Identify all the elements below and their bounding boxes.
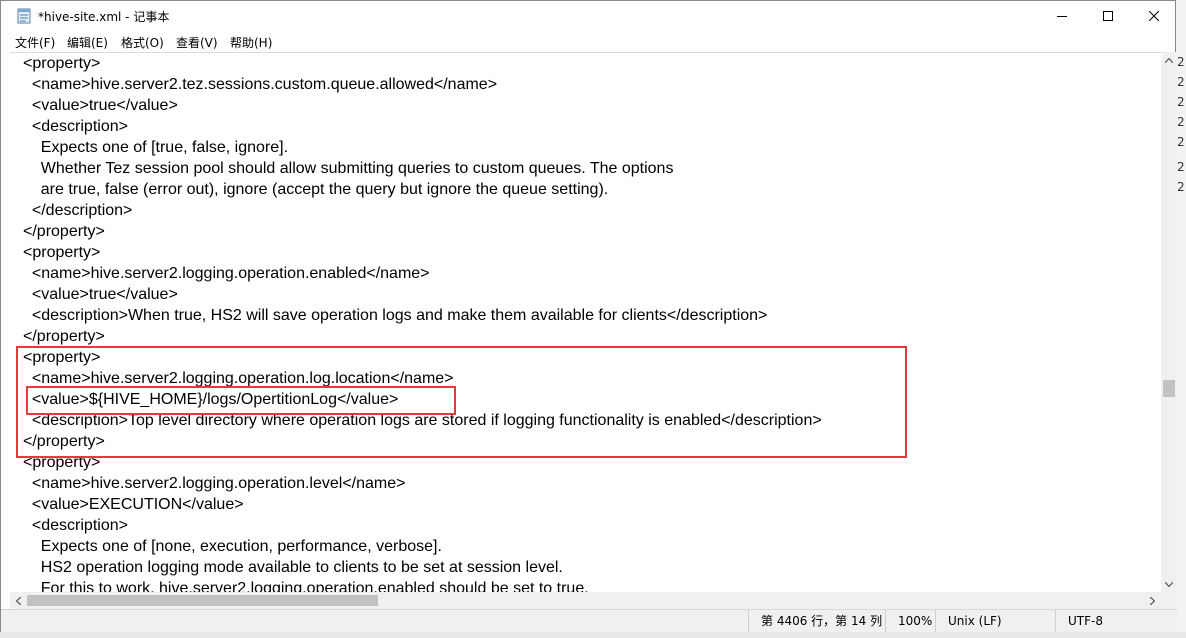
notepad-icon (17, 8, 31, 24)
menu-edit[interactable]: 编辑(E) (67, 34, 108, 51)
maximize-icon (1103, 11, 1113, 21)
close-icon (1149, 11, 1159, 21)
status-line-ending: Unix (LF) (935, 610, 1055, 632)
editor-line[interactable]: HS2 operation logging mode available to … (23, 557, 563, 578)
editor-line[interactable]: <property> (23, 53, 100, 74)
window-title: *hive-site.xml - 记事本 (38, 10, 170, 24)
notepad-window: *hive-site.xml - 记事本 文件(F) 编辑(E) 格式(O) 查… (0, 0, 1177, 632)
editor-line[interactable]: <name>hive.server2.logging.operation.lev… (23, 473, 406, 494)
editor-line[interactable]: <description> (23, 515, 128, 536)
editor-line[interactable]: </property> (23, 431, 105, 452)
vertical-scrollbar[interactable] (1161, 52, 1177, 592)
background-text-fragment: 2 (1177, 55, 1185, 69)
status-zoom: 100% (885, 610, 935, 632)
editor-line[interactable]: <property> (23, 347, 100, 368)
editor-line[interactable]: Whether Tez session pool should allow su… (23, 158, 674, 179)
scroll-up-button[interactable] (1161, 52, 1177, 68)
editor-line[interactable]: <property> (23, 452, 100, 473)
editor-line[interactable]: </description> (23, 200, 133, 221)
background-text-fragment: 2 (1177, 75, 1185, 89)
editor-line[interactable]: </property> (23, 221, 105, 242)
minimize-icon (1057, 16, 1067, 17)
editor-line[interactable]: <property> (23, 242, 100, 263)
background-text-fragment: 2 (1177, 115, 1185, 129)
editor-line[interactable]: <name>hive.server2.logging.operation.ena… (23, 263, 430, 284)
editor-line[interactable]: For this to work, hive.server2.logging.o… (23, 578, 589, 593)
vertical-scroll-thumb[interactable] (1163, 380, 1175, 397)
background-text-fragment: 2 (1177, 160, 1185, 174)
close-button[interactable] (1131, 1, 1177, 31)
scroll-down-button[interactable] (1161, 576, 1177, 592)
menu-file[interactable]: 文件(F) (15, 34, 55, 51)
caret-up-icon (1165, 57, 1173, 63)
caret-down-icon (1165, 581, 1173, 587)
minimize-button[interactable] (1039, 1, 1085, 31)
menu-view[interactable]: 查看(V) (176, 34, 218, 51)
editor-line[interactable]: Expects one of [true, false, ignore]. (23, 137, 288, 158)
menu-help[interactable]: 帮助(H) (230, 34, 272, 51)
menu-format[interactable]: 格式(O) (121, 34, 164, 51)
background-taskbar-edge (0, 632, 1186, 638)
editor-line[interactable]: <value>true</value> (23, 95, 178, 116)
editor-line[interactable]: are true, false (error out), ignore (acc… (23, 179, 608, 200)
caret-right-icon (1150, 596, 1155, 605)
horizontal-scrollbar[interactable] (10, 592, 1161, 609)
menu-bar: 文件(F) 编辑(E) 格式(O) 查看(V) 帮助(H) (1, 31, 1175, 51)
status-cursor-position: 第 4406 行，第 14 列 (748, 610, 885, 632)
editor-line[interactable]: </property> (23, 326, 105, 347)
scroll-left-button[interactable] (10, 592, 27, 609)
caret-left-icon (16, 596, 21, 605)
title-bar[interactable]: *hive-site.xml - 记事本 (1, 1, 1175, 31)
editor-line[interactable]: <value>true</value> (23, 284, 178, 305)
scrollbar-corner (1161, 592, 1177, 609)
editor-line[interactable]: <value>${HIVE_HOME}/logs/OpertitionLog</… (23, 389, 398, 410)
maximize-button[interactable] (1085, 1, 1131, 31)
text-editor-area[interactable]: <property> <name>hive.server2.tez.sessio… (10, 52, 1161, 593)
editor-line[interactable]: <description> (23, 116, 128, 137)
editor-line[interactable]: <value>EXECUTION</value> (23, 494, 244, 515)
editor-line[interactable]: <name>hive.server2.logging.operation.log… (23, 368, 454, 389)
scroll-right-button[interactable] (1144, 592, 1161, 609)
editor-line[interactable]: Expects one of [none, execution, perform… (23, 536, 442, 557)
status-encoding: UTF-8 (1055, 610, 1177, 632)
status-bar: 第 4406 行，第 14 列 100% Unix (LF) UTF-8 (1, 609, 1177, 632)
editor-line[interactable]: <description>Top level directory where o… (23, 410, 822, 431)
background-text-fragment: 2 (1177, 95, 1185, 109)
editor-line[interactable]: <description>When true, HS2 will save op… (23, 305, 768, 326)
horizontal-scroll-thumb[interactable] (27, 595, 378, 606)
background-window-edge: 2 2 2 2 2 2 2 (1176, 0, 1186, 638)
background-text-fragment: 2 (1177, 135, 1185, 149)
editor-line[interactable]: <name>hive.server2.tez.sessions.custom.q… (23, 74, 497, 95)
background-text-fragment: 2 (1177, 180, 1185, 194)
